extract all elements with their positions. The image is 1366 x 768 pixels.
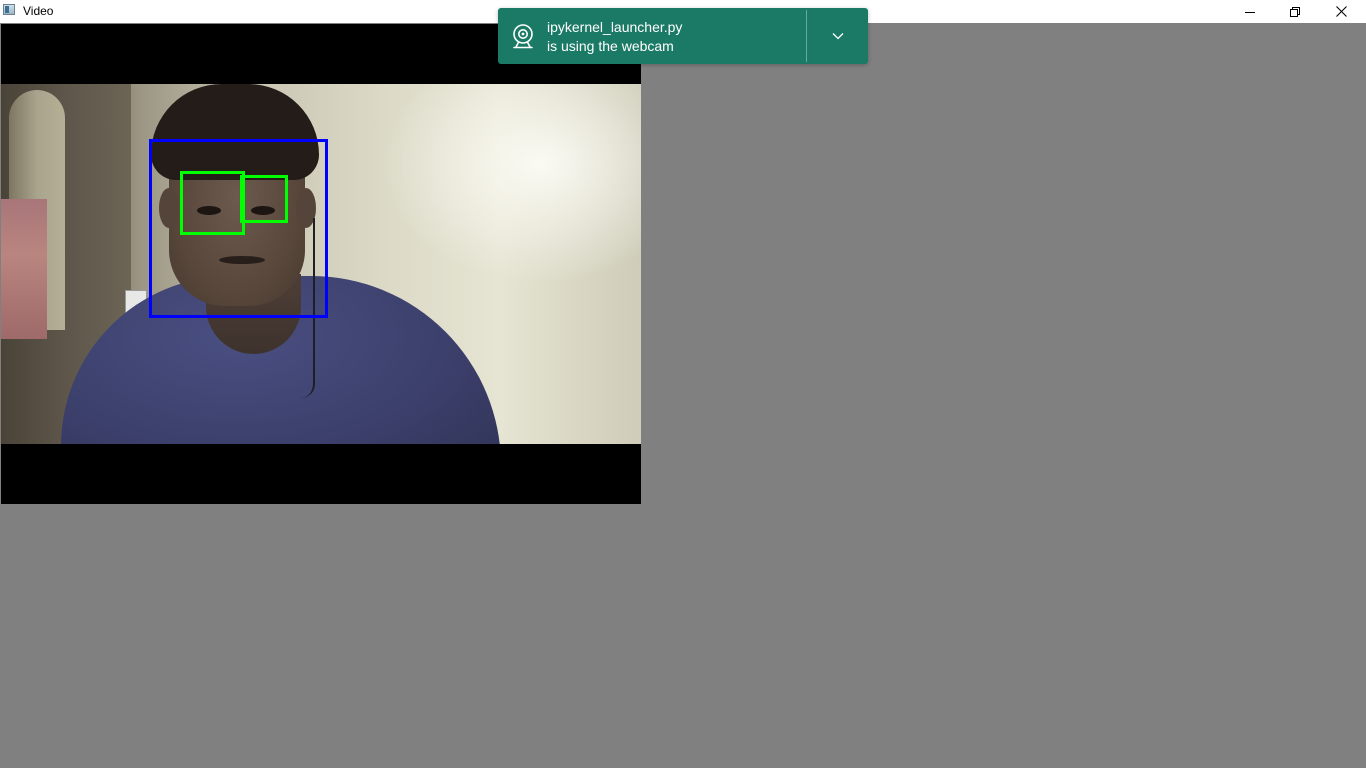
video-canvas [1,24,641,504]
window-title: Video [23,4,54,18]
close-button[interactable] [1318,0,1364,23]
window-icon [3,4,15,15]
notification-expand-button[interactable] [808,8,868,64]
minimize-button[interactable] [1227,0,1273,23]
video-window: Video [0,0,1366,768]
restore-icon [1290,6,1300,17]
notification-app-name: ipykernel_launcher.py [547,19,683,35]
wall-light [381,84,641,284]
notification-message: is using the webcam [547,38,674,54]
minimize-icon [1245,11,1255,13]
eye-detection-box-1 [180,171,245,235]
webcam-notification[interactable]: ipykernel_launcher.py is using the webca… [498,8,868,64]
webcam-icon [513,24,533,49]
close-icon [1335,6,1347,17]
notification-divider [806,10,807,62]
chevron-down-icon [832,33,844,40]
hanging-cloth [1,199,47,339]
eye-detection-box-2 [240,175,288,223]
maximize-button[interactable] [1272,0,1318,23]
